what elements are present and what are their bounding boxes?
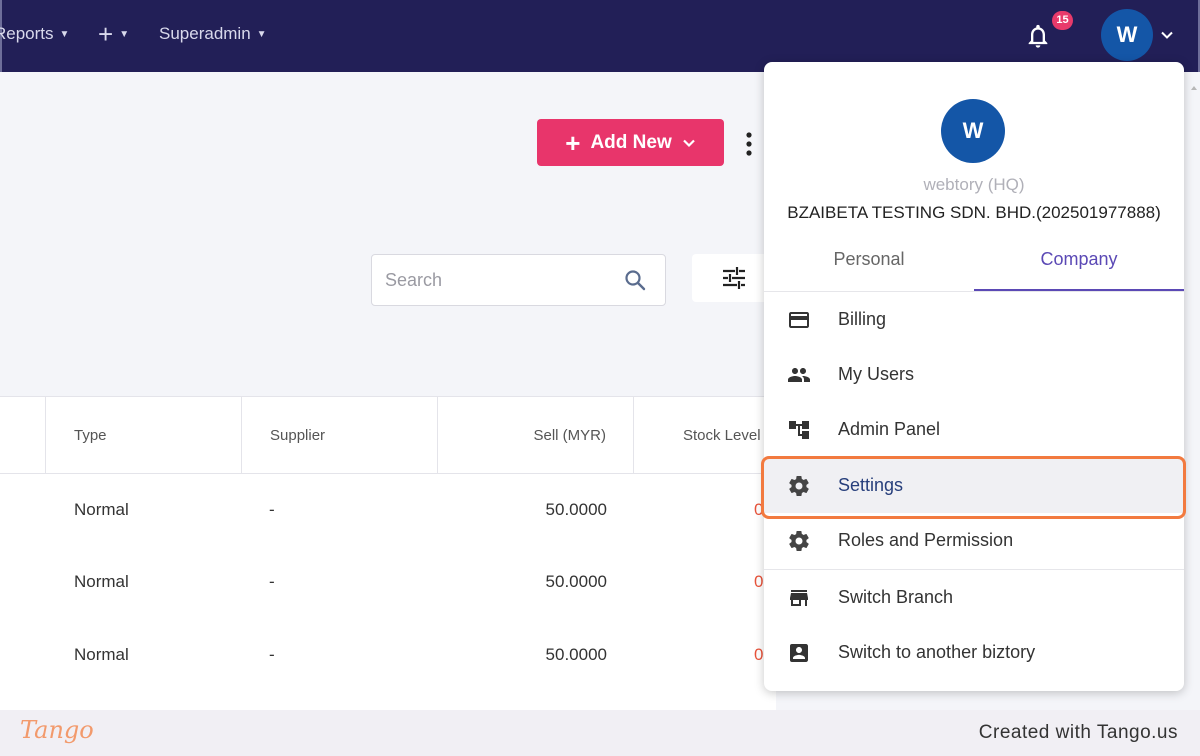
menu-item-switch-branch[interactable]: Switch Branch bbox=[764, 571, 1184, 625]
table-header: Type Supplier Sell (MYR) Stock Level bbox=[0, 397, 776, 474]
plus-icon: + bbox=[565, 127, 581, 158]
menu-item-label: My Users bbox=[838, 364, 914, 384]
add-new-label: Add New bbox=[590, 131, 672, 153]
cell-stock-level: 0 bbox=[754, 645, 764, 664]
menu-item-label: Admin Panel bbox=[838, 419, 941, 439]
chevron-down-icon bbox=[682, 139, 695, 147]
tab-company[interactable]: Company bbox=[974, 237, 1184, 291]
filter-button[interactable] bbox=[692, 254, 767, 302]
chevron-down-icon[interactable] bbox=[1160, 28, 1174, 42]
sliders-icon bbox=[723, 267, 745, 289]
gear-icon bbox=[789, 531, 809, 552]
settings-highlight-box bbox=[761, 456, 1186, 519]
table-row[interactable]: Normal - 50.0000 0 bbox=[0, 474, 776, 546]
column-header-sell[interactable]: Sell (MYR) bbox=[446, 397, 606, 474]
hierarchy-icon bbox=[789, 421, 809, 439]
cell-sell: 50.0000 bbox=[545, 500, 607, 519]
cell-stock-level: 0 bbox=[754, 572, 764, 591]
nav-create-menu[interactable]: + ▼ bbox=[98, 19, 130, 49]
menu-item-label: Billing bbox=[838, 309, 887, 329]
plus-icon: + bbox=[98, 19, 114, 49]
cell-type: Normal bbox=[74, 500, 129, 519]
menu-item-label: Switch Branch bbox=[838, 587, 954, 607]
column-divider bbox=[241, 397, 242, 474]
nav-superadmin-menu[interactable]: Superadmin ▼ bbox=[159, 24, 267, 44]
search-field[interactable] bbox=[371, 254, 666, 306]
table-row[interactable]: Normal - 50.0000 0 bbox=[0, 546, 776, 618]
account-box-icon bbox=[790, 644, 808, 662]
user-avatar[interactable]: W bbox=[1101, 9, 1153, 61]
more-options-icon[interactable] bbox=[740, 130, 758, 158]
menu-item-switch-biztory[interactable]: Switch to another biztory bbox=[764, 626, 1184, 680]
products-table: Type Supplier Sell (MYR) Stock Level Nor… bbox=[0, 396, 776, 710]
tabs-divider bbox=[764, 291, 1184, 292]
menu-item-roles-permission[interactable]: Roles and Permission bbox=[764, 514, 1184, 568]
menu-item-label: Switch to another biztory bbox=[838, 642, 1036, 662]
nav-superadmin-label: Superadmin bbox=[159, 24, 251, 43]
add-new-button[interactable]: + Add New bbox=[537, 119, 724, 166]
column-divider bbox=[437, 397, 438, 474]
menu-item-admin-panel[interactable]: Admin Panel bbox=[764, 403, 1184, 457]
tab-personal[interactable]: Personal bbox=[764, 237, 974, 291]
cell-type: Normal bbox=[74, 645, 129, 664]
scroll-up-arrow-icon[interactable] bbox=[1190, 83, 1198, 93]
user-dropdown-menu: W webtory (HQ) BZAIBETA TESTING SDN. BHD… bbox=[764, 62, 1184, 691]
dropdown-user-name: webtory (HQ) bbox=[923, 175, 1025, 194]
column-divider bbox=[45, 397, 46, 474]
dropdown-avatar: W bbox=[941, 99, 1005, 163]
caret-down-icon: ▼ bbox=[119, 28, 130, 40]
nav-reports-menu[interactable]: Reports ▼ bbox=[0, 24, 69, 44]
column-header-stock-level[interactable]: Stock Level bbox=[683, 397, 761, 474]
search-icon[interactable] bbox=[623, 268, 647, 292]
table-row[interactable]: Normal - 50.0000 0 bbox=[0, 619, 776, 691]
menu-divider bbox=[764, 569, 1184, 570]
caret-down-icon: ▼ bbox=[59, 28, 70, 40]
column-header-type[interactable]: Type bbox=[74, 397, 107, 474]
tango-footer: Tango Created with Tango.us bbox=[0, 710, 1200, 756]
menu-item-my-users[interactable]: My Users bbox=[764, 348, 1184, 402]
users-icon bbox=[788, 368, 810, 382]
nav-reports-label: Reports bbox=[0, 24, 54, 43]
cell-supplier: - bbox=[269, 645, 275, 664]
tango-logo: Tango bbox=[20, 716, 94, 744]
column-divider bbox=[633, 397, 634, 474]
caret-down-icon: ▼ bbox=[256, 28, 267, 40]
menu-item-billing[interactable]: Billing bbox=[764, 293, 1184, 347]
menu-item-label: Roles and Permission bbox=[838, 530, 1014, 550]
search-input[interactable] bbox=[385, 267, 615, 293]
cell-sell: 50.0000 bbox=[545, 645, 607, 664]
footer-credit: Created with Tango.us bbox=[978, 722, 1178, 743]
bell-icon[interactable] bbox=[1024, 22, 1052, 50]
scrollbar[interactable] bbox=[1190, 80, 1198, 700]
credit-card-icon bbox=[789, 312, 809, 328]
cell-sell: 50.0000 bbox=[545, 572, 607, 591]
cell-supplier: - bbox=[269, 500, 275, 519]
column-header-supplier[interactable]: Supplier bbox=[270, 397, 325, 474]
store-icon bbox=[790, 590, 808, 606]
cell-type: Normal bbox=[74, 572, 129, 591]
dropdown-company-name: BZAIBETA TESTING SDN. BHD.(202501977888) bbox=[787, 203, 1161, 222]
cell-supplier: - bbox=[269, 572, 275, 591]
notification-badge: 15 bbox=[1052, 11, 1073, 30]
